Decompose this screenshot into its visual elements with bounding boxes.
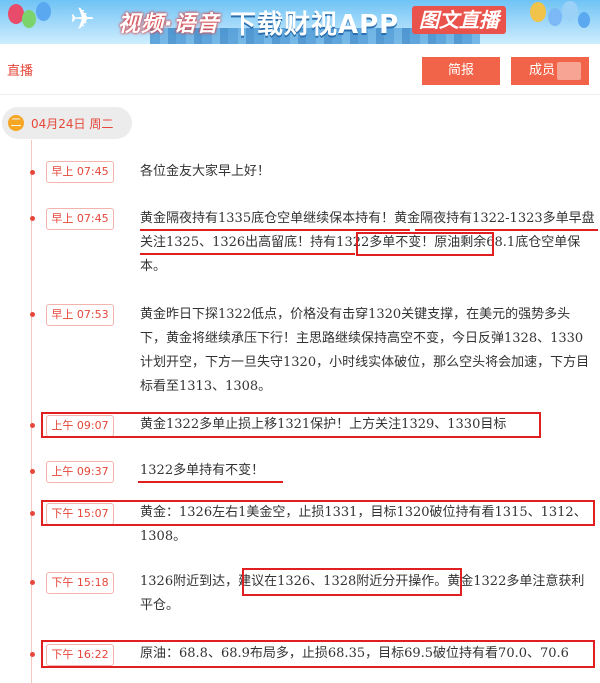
entry-time: 早上 07:45 — [46, 208, 114, 230]
entry-text: 黄金昨日下探1322低点，价格没有击穿1320关键支撑，在美元的强势多头下，黄金… — [140, 307, 590, 394]
entry-text: 1322多单持有不变！ — [140, 463, 265, 478]
member-button-label: 成员 — [529, 63, 556, 78]
date-header: 二 04月24日 周二 — [2, 107, 132, 139]
entry-time: 上午 09:37 — [46, 461, 114, 483]
balloon-icon — [578, 12, 590, 28]
timeline-dot — [30, 423, 35, 428]
date-text: 04月24日 周二 — [31, 117, 114, 131]
entry-text: 各位金友大家早上好！ — [140, 164, 271, 179]
timeline-dot — [30, 580, 35, 585]
entry-text: 黄金1322多单止损上移1321保护！上方关注1329、1330目标 — [140, 417, 507, 432]
banner-slogan: 视频·语音 — [118, 12, 220, 37]
balloon-icon — [562, 1, 578, 21]
timeline-dot — [30, 216, 35, 221]
brief-button[interactable]: 简报 — [422, 57, 500, 85]
entry-text: 黄金：1326左右1美金空，止损1331，目标1320破位持有看1315、131… — [140, 505, 587, 544]
timeline-dot — [30, 312, 35, 317]
banner-download-text: 下载财视APP — [230, 10, 400, 40]
entry-text: 原油：68.8、68.9布局多，止损68.35，目标69.5破位持有看70.0、… — [140, 646, 569, 661]
airplane-icon: ✈ — [70, 2, 96, 37]
balloon-icon — [22, 10, 36, 28]
live-header: 直播 简报 成员 — [0, 44, 600, 95]
banner-tag: 图文直播 — [412, 6, 506, 34]
entry-text: 黄金隔夜持有1335底仓空单继续保本持有！黄金隔夜持有1322-1323多单早盘… — [140, 211, 595, 274]
entry-time: 早上 07:53 — [46, 304, 114, 326]
balloon-icon — [36, 2, 51, 21]
balloon-icon — [530, 2, 546, 22]
timeline-dot — [30, 170, 35, 175]
entry-time: 下午 16:22 — [46, 644, 114, 666]
entry-time: 上午 09:07 — [46, 415, 114, 437]
tab-live[interactable]: 直播 — [7, 60, 33, 79]
entry-time: 下午 15:18 — [46, 572, 114, 594]
download-app-banner[interactable]: ✈ 视频·语音 下载财视APP 图文直播 — [0, 0, 600, 44]
timeline-dot — [30, 469, 35, 474]
balloon-icon — [548, 8, 562, 26]
weekday-icon: 二 — [8, 115, 24, 131]
member-button[interactable]: 成员 — [511, 57, 589, 85]
timeline-dot — [30, 511, 35, 516]
entry-text: 1326附近到达，建议在1326、1328附近分开操作。黄金1322多单注意获利… — [140, 574, 585, 613]
entry-time: 早上 07:45 — [46, 161, 114, 183]
entry-time: 下午 15:07 — [46, 503, 114, 525]
timeline-dot — [30, 652, 35, 657]
blurred-badge — [557, 62, 581, 80]
timeline-line — [31, 140, 32, 683]
